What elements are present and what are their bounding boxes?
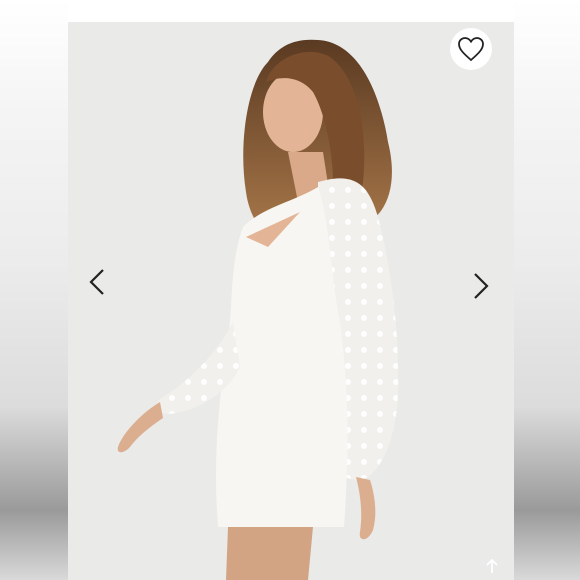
chevron-right-icon [474, 273, 489, 299]
scroll-to-top-button[interactable] [480, 554, 504, 578]
product-photo [68, 22, 514, 580]
chevron-left-icon [89, 269, 104, 295]
blurred-right-panel [514, 0, 580, 580]
favorite-button[interactable] [450, 28, 492, 70]
heart-outline-icon [458, 37, 484, 62]
next-image-button[interactable] [466, 266, 496, 306]
blurred-left-panel [0, 0, 68, 580]
product-image-viewer [0, 0, 580, 580]
arrow-up-icon [486, 558, 498, 573]
previous-image-button[interactable] [82, 262, 112, 302]
